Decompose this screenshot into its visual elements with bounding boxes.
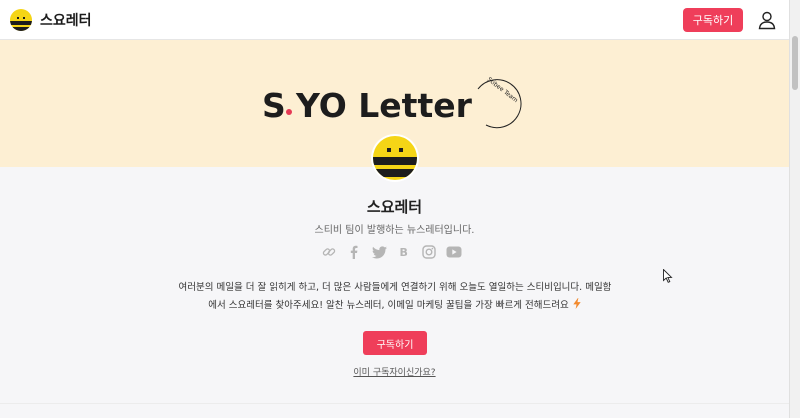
header-subscribe-button[interactable]: 구독하기 <box>683 7 743 32</box>
top-actions: 구독하기 <box>683 7 777 32</box>
description-line-2-wrap: 에서 스요레터를 찾아주세요! 알찬 뉴스레터, 이메일 마케팅 꿀팁을 가장 … <box>170 297 620 315</box>
twitter-icon[interactable] <box>370 243 388 261</box>
facebook-icon[interactable] <box>345 243 363 261</box>
newsletter-description: 여러분의 메일을 더 잘 읽히게 하고, 더 많은 사람들에게 연결하기 위해 … <box>170 279 620 315</box>
top-navigation-bar: 스요레터 구독하기 <box>0 0 789 40</box>
already-subscriber-link[interactable]: 이미 구독자이신가요? <box>0 365 789 378</box>
social-links: B <box>320 243 470 261</box>
brand-logo-icon <box>10 8 32 31</box>
link-icon[interactable] <box>320 243 338 261</box>
mouse-cursor-icon <box>663 269 673 283</box>
scrollbar-thumb[interactable] <box>792 36 798 90</box>
brand[interactable]: 스요레터 <box>10 8 92 31</box>
content-divider <box>0 403 789 404</box>
newsletter-subtitle: 스티비 팀이 발행하는 뉴스레터입니다. <box>314 225 475 236</box>
hero-logo-dot <box>286 109 292 115</box>
description-line-1: 여러분의 메일을 더 잘 읽히게 하고, 더 많은 사람들에게 연결하기 위해 … <box>178 282 612 293</box>
blog-icon[interactable]: B <box>395 243 413 261</box>
newsletter-title: 스요레터 <box>366 198 423 216</box>
hero-logo-text: YO Letter <box>295 86 473 125</box>
lightning-icon <box>573 298 581 309</box>
description-line-2: 에서 스요레터를 찾아주세요! 알찬 뉴스레터, 이메일 마케팅 꿀팁을 가장 … <box>208 300 569 311</box>
svg-text:B: B <box>400 246 408 259</box>
profile-avatar <box>371 134 419 182</box>
subscribe-button[interactable]: 구독하기 <box>363 331 427 355</box>
youtube-icon[interactable] <box>445 243 463 261</box>
hero-logo-s: S <box>262 86 286 125</box>
instagram-icon[interactable] <box>420 243 438 261</box>
page-scrollbar[interactable] <box>789 0 800 418</box>
user-icon[interactable] <box>757 10 777 30</box>
brand-name: 스요레터 <box>40 12 92 29</box>
